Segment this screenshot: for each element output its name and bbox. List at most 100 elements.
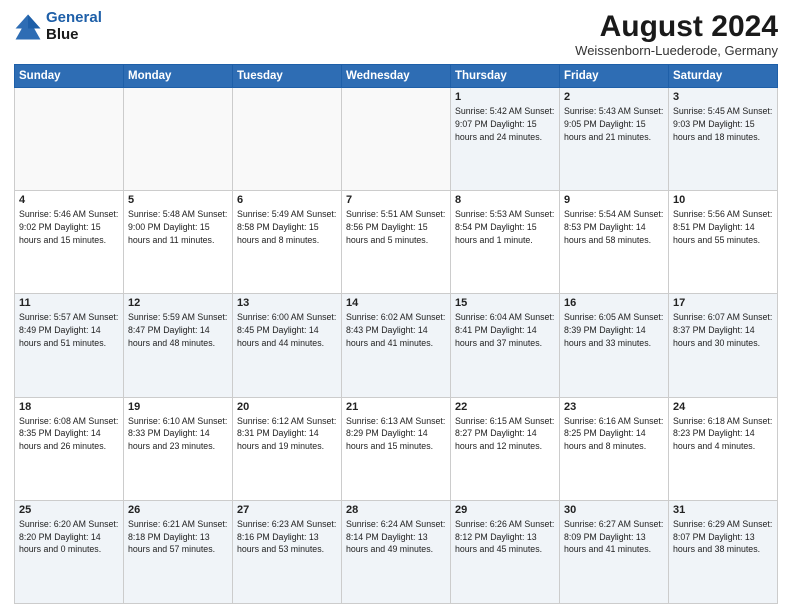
day-number: 14 — [346, 297, 446, 309]
calendar-cell: 1 Sunrise: 5:42 AM Sunset: 9:07 PM Daylig… — [451, 88, 560, 191]
day-number: 27 — [237, 504, 337, 516]
day-info: Sunrise: 5:57 AM Sunset: 8:49 PM Dayligh… — [19, 311, 119, 349]
day-number: 29 — [455, 504, 555, 516]
day-info: Sunrise: 6:08 AM Sunset: 8:35 PM Dayligh… — [19, 415, 119, 453]
calendar-cell — [124, 88, 233, 191]
day-info: Sunrise: 5:59 AM Sunset: 8:47 PM Dayligh… — [128, 311, 228, 349]
day-number: 5 — [128, 194, 228, 206]
day-info: Sunrise: 5:46 AM Sunset: 9:02 PM Dayligh… — [19, 208, 119, 246]
day-number: 26 — [128, 504, 228, 516]
calendar-cell: 3 Sunrise: 5:45 AM Sunset: 9:03 PM Daylig… — [669, 88, 778, 191]
calendar-cell: 6 Sunrise: 5:49 AM Sunset: 8:58 PM Daylig… — [233, 191, 342, 294]
calendar-header-monday: Monday — [124, 65, 233, 88]
calendar-cell: 14 Sunrise: 6:02 AM Sunset: 8:43 PM Dayli… — [342, 294, 451, 397]
day-info: Sunrise: 6:18 AM Sunset: 8:23 PM Dayligh… — [673, 415, 773, 453]
calendar-header-tuesday: Tuesday — [233, 65, 342, 88]
day-info: Sunrise: 6:21 AM Sunset: 8:18 PM Dayligh… — [128, 518, 228, 556]
page: General Blue August 2024 Weissenborn-Lue… — [0, 0, 792, 612]
day-number: 11 — [19, 297, 119, 309]
day-number: 4 — [19, 194, 119, 206]
day-number: 20 — [237, 401, 337, 413]
day-number: 8 — [455, 194, 555, 206]
calendar-cell: 5 Sunrise: 5:48 AM Sunset: 9:00 PM Daylig… — [124, 191, 233, 294]
day-info: Sunrise: 5:51 AM Sunset: 8:56 PM Dayligh… — [346, 208, 446, 246]
calendar-cell: 11 Sunrise: 5:57 AM Sunset: 8:49 PM Dayli… — [15, 294, 124, 397]
calendar-week-4: 18 Sunrise: 6:08 AM Sunset: 8:35 PM Dayli… — [15, 397, 778, 500]
calendar-cell: 10Sunrise: 5:56 AM Sunset: 8:51 PM Dayli… — [669, 191, 778, 294]
calendar-cell: 7 Sunrise: 5:51 AM Sunset: 8:56 PM Daylig… — [342, 191, 451, 294]
calendar-header-row: SundayMondayTuesdayWednesdayThursdayFrid… — [15, 65, 778, 88]
day-number: 13 — [237, 297, 337, 309]
calendar-cell: 27 Sunrise: 6:23 AM Sunset: 8:16 PM Dayli… — [233, 500, 342, 603]
calendar-cell: 31 Sunrise: 6:29 AM Sunset: 8:07 PM Dayli… — [669, 500, 778, 603]
calendar-cell: 22Sunrise: 6:15 AM Sunset: 8:27 PM Dayli… — [451, 397, 560, 500]
day-number: 28 — [346, 504, 446, 516]
calendar-week-3: 11 Sunrise: 5:57 AM Sunset: 8:49 PM Dayli… — [15, 294, 778, 397]
day-info: Sunrise: 6:26 AM Sunset: 8:12 PM Dayligh… — [455, 518, 555, 556]
calendar-cell: 9 Sunrise: 5:54 AM Sunset: 8:53 PM Daylig… — [560, 191, 669, 294]
day-info: Sunrise: 6:24 AM Sunset: 8:14 PM Dayligh… — [346, 518, 446, 556]
calendar-header-thursday: Thursday — [451, 65, 560, 88]
calendar-cell: 26 Sunrise: 6:21 AM Sunset: 8:18 PM Dayli… — [124, 500, 233, 603]
calendar-cell: 24 Sunrise: 6:18 AM Sunset: 8:23 PM Dayli… — [669, 397, 778, 500]
day-info: Sunrise: 5:54 AM Sunset: 8:53 PM Dayligh… — [564, 208, 664, 246]
day-number: 15 — [455, 297, 555, 309]
header: General Blue August 2024 Weissenborn-Lue… — [14, 10, 778, 58]
subtitle: Weissenborn-Luederode, Germany — [575, 43, 778, 58]
day-info: Sunrise: 5:56 AM Sunset: 8:51 PM Dayligh… — [673, 208, 773, 246]
day-number: 21 — [346, 401, 446, 413]
calendar-cell: 25 Sunrise: 6:20 AM Sunset: 8:20 PM Dayli… — [15, 500, 124, 603]
calendar-header-saturday: Saturday — [669, 65, 778, 88]
calendar-cell: 16 Sunrise: 6:05 AM Sunset: 8:39 PM Dayli… — [560, 294, 669, 397]
calendar-cell: 8 Sunrise: 5:53 AM Sunset: 8:54 PM Daylig… — [451, 191, 560, 294]
day-number: 25 — [19, 504, 119, 516]
calendar-header-wednesday: Wednesday — [342, 65, 451, 88]
calendar-cell: 29 Sunrise: 6:26 AM Sunset: 8:12 PM Dayli… — [451, 500, 560, 603]
day-number: 19 — [128, 401, 228, 413]
calendar-cell: 23Sunrise: 6:16 AM Sunset: 8:25 PM Dayli… — [560, 397, 669, 500]
day-info: Sunrise: 5:43 AM Sunset: 9:05 PM Dayligh… — [564, 105, 664, 143]
calendar-week-1: 1 Sunrise: 5:42 AM Sunset: 9:07 PM Daylig… — [15, 88, 778, 191]
day-number: 17 — [673, 297, 773, 309]
day-number: 9 — [564, 194, 664, 206]
logo-icon — [14, 13, 42, 41]
calendar-week-2: 4 Sunrise: 5:46 AM Sunset: 9:02 PM Daylig… — [15, 191, 778, 294]
day-number: 6 — [237, 194, 337, 206]
calendar-cell — [233, 88, 342, 191]
calendar-cell: 12Sunrise: 5:59 AM Sunset: 8:47 PM Dayli… — [124, 294, 233, 397]
day-info: Sunrise: 6:16 AM Sunset: 8:25 PM Dayligh… — [564, 415, 664, 453]
day-info: Sunrise: 5:53 AM Sunset: 8:54 PM Dayligh… — [455, 208, 555, 246]
day-info: Sunrise: 5:45 AM Sunset: 9:03 PM Dayligh… — [673, 105, 773, 143]
day-number: 3 — [673, 91, 773, 103]
day-number: 24 — [673, 401, 773, 413]
calendar-week-5: 25 Sunrise: 6:20 AM Sunset: 8:20 PM Dayli… — [15, 500, 778, 603]
day-number: 7 — [346, 194, 446, 206]
day-info: Sunrise: 6:29 AM Sunset: 8:07 PM Dayligh… — [673, 518, 773, 556]
calendar-cell: 19Sunrise: 6:10 AM Sunset: 8:33 PM Dayli… — [124, 397, 233, 500]
calendar-cell: 30 Sunrise: 6:27 AM Sunset: 8:09 PM Dayli… — [560, 500, 669, 603]
day-info: Sunrise: 5:42 AM Sunset: 9:07 PM Dayligh… — [455, 105, 555, 143]
calendar-cell: 2 Sunrise: 5:43 AM Sunset: 9:05 PM Daylig… — [560, 88, 669, 191]
day-number: 30 — [564, 504, 664, 516]
day-info: Sunrise: 6:23 AM Sunset: 8:16 PM Dayligh… — [237, 518, 337, 556]
day-info: Sunrise: 6:20 AM Sunset: 8:20 PM Dayligh… — [19, 518, 119, 556]
day-info: Sunrise: 6:27 AM Sunset: 8:09 PM Dayligh… — [564, 518, 664, 556]
calendar-header-friday: Friday — [560, 65, 669, 88]
day-number: 1 — [455, 91, 555, 103]
logo-text: General Blue — [46, 10, 102, 43]
day-info: Sunrise: 6:02 AM Sunset: 8:43 PM Dayligh… — [346, 311, 446, 349]
calendar-cell: 17Sunrise: 6:07 AM Sunset: 8:37 PM Dayli… — [669, 294, 778, 397]
day-number: 2 — [564, 91, 664, 103]
day-info: Sunrise: 5:48 AM Sunset: 9:00 PM Dayligh… — [128, 208, 228, 246]
logo: General Blue — [14, 10, 102, 43]
day-number: 16 — [564, 297, 664, 309]
calendar-cell — [15, 88, 124, 191]
day-info: Sunrise: 6:00 AM Sunset: 8:45 PM Dayligh… — [237, 311, 337, 349]
day-info: Sunrise: 6:05 AM Sunset: 8:39 PM Dayligh… — [564, 311, 664, 349]
day-info: Sunrise: 5:49 AM Sunset: 8:58 PM Dayligh… — [237, 208, 337, 246]
day-info: Sunrise: 6:13 AM Sunset: 8:29 PM Dayligh… — [346, 415, 446, 453]
main-title: August 2024 — [575, 10, 778, 43]
day-info: Sunrise: 6:12 AM Sunset: 8:31 PM Dayligh… — [237, 415, 337, 453]
day-number: 18 — [19, 401, 119, 413]
day-number: 31 — [673, 504, 773, 516]
